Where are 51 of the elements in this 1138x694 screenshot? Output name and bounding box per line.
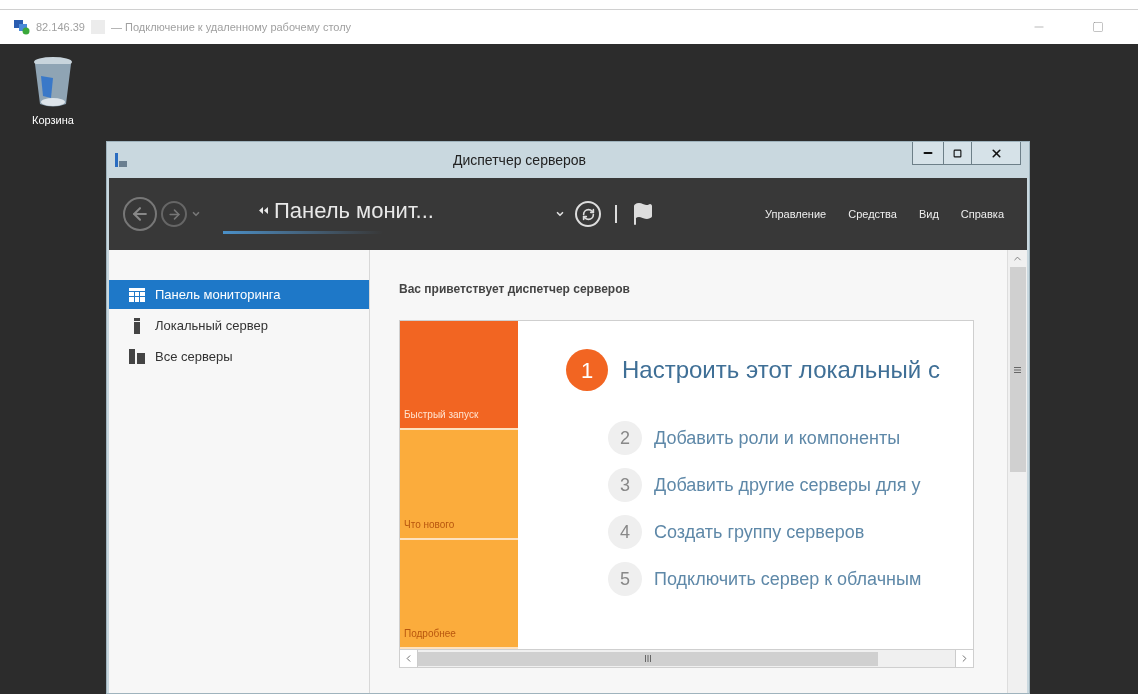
refresh-icon xyxy=(581,207,595,221)
step-number: 4 xyxy=(608,515,642,549)
step-number: 2 xyxy=(608,421,642,455)
notifications-flag-icon[interactable] xyxy=(631,202,655,226)
menu-item[interactable]: Вид xyxy=(909,205,948,223)
refresh-button[interactable] xyxy=(575,201,601,227)
nav-item[interactable]: Все серверы xyxy=(109,342,369,371)
grip-icon xyxy=(1014,366,1021,373)
step-number: 3 xyxy=(608,468,642,502)
horizontal-scrollbar[interactable] xyxy=(400,649,973,667)
step-number: 1 xyxy=(566,349,608,391)
double-chevron-icon[interactable] xyxy=(259,207,268,214)
scrollbar-thumb[interactable] xyxy=(418,651,878,666)
nav-item[interactable]: Панель мониторинга xyxy=(109,280,369,309)
app-icon xyxy=(115,153,127,167)
remote-desktop-icon xyxy=(14,19,30,35)
window-address: 82.146.39 xyxy=(36,19,85,35)
vertical-scrollbar[interactable] xyxy=(1007,250,1027,693)
forward-button[interactable] xyxy=(161,201,187,227)
close-icon xyxy=(989,146,1003,160)
desktop-icon-label[interactable]: Корзина xyxy=(32,112,74,129)
welcome-heading: Вас приветствует диспетчер серверов xyxy=(399,281,631,298)
step-link[interactable]: Добавить роли и компоненты xyxy=(654,424,901,452)
nav-item[interactable]: Локальный сервер xyxy=(109,311,369,340)
breadcrumb[interactable]: Панель монит... xyxy=(274,194,434,227)
back-button[interactable] xyxy=(123,197,157,231)
history-caret-icon[interactable] xyxy=(191,209,201,219)
step-link[interactable]: Подключить сервер к облачным xyxy=(654,565,922,593)
minimize-button[interactable] xyxy=(913,142,944,164)
close-button[interactable] xyxy=(972,142,1020,164)
maximize-icon[interactable] xyxy=(1092,21,1104,33)
grid-icon xyxy=(129,287,145,302)
step-number: 5 xyxy=(608,562,642,596)
grip-icon xyxy=(645,655,651,662)
step-link[interactable]: Создать группу серверов xyxy=(654,518,865,546)
server-icon xyxy=(133,317,141,334)
recycle-bin-icon[interactable] xyxy=(33,56,73,108)
tile[interactable]: Быстрый запуск xyxy=(400,321,518,431)
step-link[interactable]: Настроить этот локальный с xyxy=(622,352,940,388)
maximize-button[interactable] xyxy=(944,142,972,164)
scrollbar-thumb[interactable] xyxy=(1009,267,1026,472)
maximize-icon xyxy=(953,148,962,158)
forward-arrow-icon xyxy=(166,206,182,222)
menu-item[interactable]: Средства xyxy=(839,205,906,223)
window-title: — Подключение к удаленному рабочему столу xyxy=(110,19,352,35)
caret-icon[interactable] xyxy=(555,209,565,219)
menu-item[interactable]: Управление xyxy=(756,205,836,223)
window-title: Диспетчер серверов xyxy=(452,150,587,170)
step-link[interactable]: Добавить другие серверы для у xyxy=(654,471,921,499)
servers-icon xyxy=(129,349,145,364)
menu-item[interactable]: Справка xyxy=(951,205,1013,223)
